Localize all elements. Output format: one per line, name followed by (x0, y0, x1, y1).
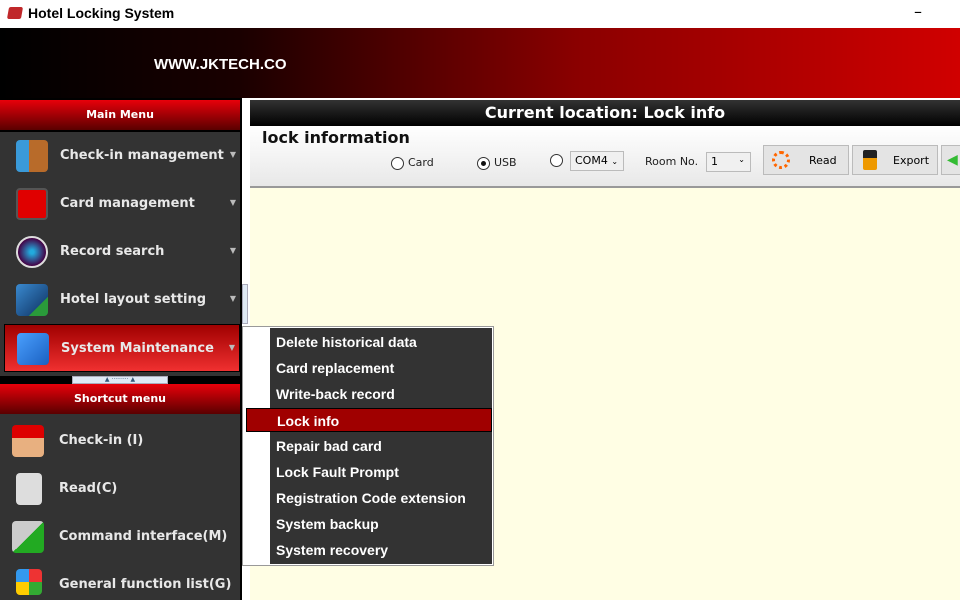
menu-item-checkin-management[interactable]: Check-in management ▼ (4, 132, 240, 180)
radio-card-label: Card (408, 156, 434, 169)
card-icon (16, 188, 48, 220)
submenu-item[interactable]: System backup (246, 512, 492, 536)
read-icon (772, 151, 790, 169)
app-icon (6, 7, 24, 19)
room-select[interactable]: 1 ⌄ (706, 152, 751, 172)
port-value: COM4 (575, 154, 608, 167)
chevron-down-icon: ▼ (229, 150, 236, 159)
sidebar: Main Menu Check-in management ▼ Card mana… (0, 98, 242, 600)
submenu-item[interactable]: Delete historical data (246, 330, 492, 354)
submenu-item[interactable]: Write-back record (246, 382, 492, 406)
toolbar: lock information Card USB COM4 ⌄ Room No… (250, 126, 960, 188)
main-menu-list: Check-in management ▼ Card management ▼ Re… (0, 132, 240, 376)
room-label: Room No. (645, 155, 699, 168)
arrow-left-icon: ◀ (947, 152, 958, 168)
magnifier-icon (16, 236, 48, 268)
banner-url: WWW.JKTECH.CO (154, 56, 287, 73)
read-button[interactable]: Read (763, 145, 849, 175)
export-button[interactable]: Export (852, 145, 938, 175)
submenu-item[interactable]: Lock Fault Prompt (246, 460, 492, 484)
door-icon (16, 140, 48, 172)
hand-card-icon (12, 425, 44, 457)
system-maintenance-submenu: Delete historical data Card replacement … (242, 326, 494, 566)
submenu-item[interactable]: Card replacement (246, 356, 492, 380)
window-title: Hotel Locking System (28, 5, 175, 21)
title-bar: Hotel Locking System – (0, 0, 960, 28)
shortcut-checkin[interactable]: Check-in (I) (0, 417, 236, 465)
export-label: Export (893, 154, 930, 167)
radio-usb-label: USB (494, 156, 517, 169)
main-menu-header: Main Menu (0, 100, 240, 130)
sd-card-icon (863, 150, 877, 170)
read-label: Read (809, 154, 837, 167)
shortcut-read[interactable]: Read(C) (0, 465, 236, 513)
radio-card[interactable] (391, 157, 404, 170)
shortcut-command-interface[interactable]: Command interface(M) (0, 513, 236, 561)
minimize-button[interactable]: – (914, 2, 922, 21)
submenu-item-lock-info[interactable]: Lock info (246, 408, 492, 432)
splitter-handle[interactable]: ▲ ········· ▲ (72, 376, 168, 384)
connector-icon (12, 521, 44, 553)
chevron-down-icon: ▼ (228, 343, 235, 352)
submenu-item[interactable]: Repair bad card (246, 434, 492, 458)
menu-item-system-maintenance[interactable]: System Maintenance ▼ (4, 324, 240, 372)
collapse-handle[interactable] (242, 284, 248, 324)
submenu-item[interactable]: System recovery (246, 538, 492, 562)
menu-item-hotel-layout[interactable]: Hotel layout setting ▼ (4, 276, 240, 324)
menu-item-record-search[interactable]: Record search ▼ (4, 228, 240, 276)
radio-com[interactable] (550, 154, 563, 167)
chevron-down-icon: ▼ (229, 294, 236, 303)
shortcut-menu-header: Shortcut menu (0, 384, 240, 414)
section-heading: lock information (262, 128, 410, 147)
room-value: 1 (711, 155, 718, 168)
port-select[interactable]: COM4 ⌄ (570, 151, 624, 171)
chevron-down-icon: ▼ (229, 198, 236, 207)
back-button[interactable]: ◀ (941, 145, 960, 175)
radio-usb[interactable] (477, 157, 490, 170)
chevron-down-icon: ▼ (229, 246, 236, 255)
recycle-bin-icon (16, 473, 42, 505)
banner: WWW.JKTECH.CO (0, 28, 960, 98)
shortcut-general-function-list[interactable]: General function list(G) (0, 561, 236, 609)
shortcut-menu-list: Check-in (I) Read(C) Command interface(M… (0, 414, 240, 600)
current-location: Current location: Lock info (250, 100, 960, 126)
tools-icon (17, 333, 49, 365)
submenu-item[interactable]: Registration Code extension (246, 486, 492, 510)
building-icon (16, 284, 48, 316)
grid-icon (16, 569, 42, 595)
menu-item-card-management[interactable]: Card management ▼ (4, 180, 240, 228)
